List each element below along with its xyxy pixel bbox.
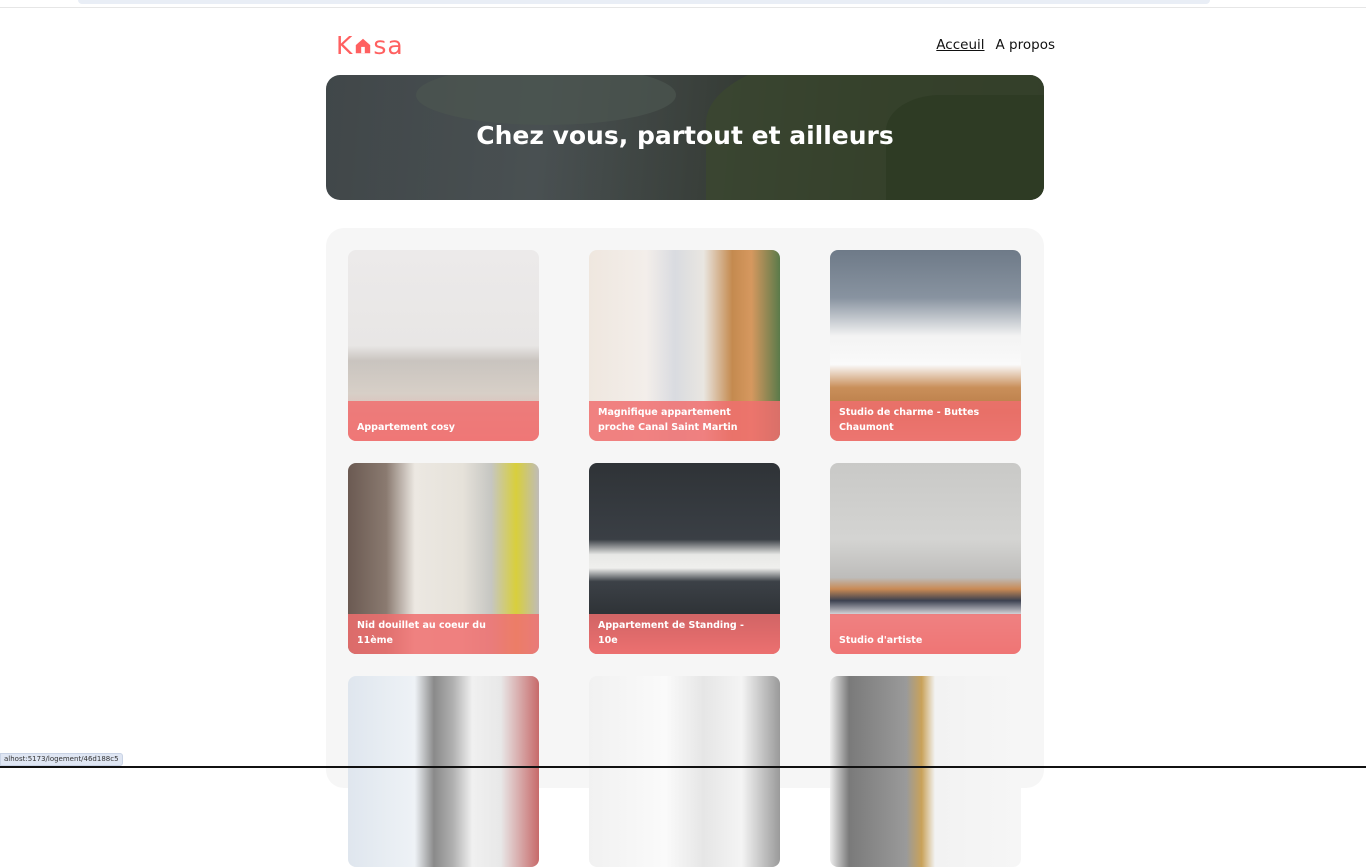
listing-title: Studio d'artiste xyxy=(839,633,1007,648)
listing-card[interactable]: Appartement de Standing - 10e xyxy=(589,463,780,654)
listing-title: Appartement de Standing - 10e xyxy=(598,618,766,648)
listing-photo xyxy=(589,676,780,867)
browser-top-strip xyxy=(0,0,1366,8)
house-icon xyxy=(354,37,372,55)
listing-card[interactable]: Appartement cosy xyxy=(348,250,539,441)
nav-link-accueil[interactable]: Acceuil xyxy=(936,37,984,53)
banner-title: Chez vous, partout et ailleurs xyxy=(326,121,1044,150)
listing-title: Magnifique appartement proche Canal Sain… xyxy=(598,405,766,435)
logo-letter-k: K xyxy=(336,31,353,60)
listing-title: Appartement cosy xyxy=(357,420,525,435)
listing-card[interactable]: Studio d'artiste xyxy=(830,463,1021,654)
address-bar-edge xyxy=(78,0,1210,4)
listing-card[interactable] xyxy=(348,676,539,867)
kasa-logo[interactable]: K sa xyxy=(336,30,404,60)
banner-landscape-shape xyxy=(416,75,676,125)
listing-title: Nid douillet au coeur du 11ème xyxy=(357,618,525,648)
main-nav: Acceuil A propos xyxy=(936,37,1055,53)
listing-title: Studio de charme - Buttes Chaumont xyxy=(839,405,1007,435)
listing-photo xyxy=(830,676,1021,867)
listing-card[interactable]: Nid douillet au coeur du 11ème xyxy=(348,463,539,654)
nav-link-a-propos[interactable]: A propos xyxy=(996,37,1055,53)
listing-card[interactable]: Magnifique appartement proche Canal Sain… xyxy=(589,250,780,441)
listing-card[interactable] xyxy=(830,676,1021,867)
listing-card[interactable] xyxy=(589,676,780,867)
listing-photo xyxy=(348,676,539,867)
listings-gallery: Appartement cosy Magnifique appartement … xyxy=(326,228,1044,788)
listing-card[interactable]: Studio de charme - Buttes Chaumont xyxy=(830,250,1021,441)
status-url: alhost:5173/logement/46d188c5 xyxy=(0,753,123,766)
hero-banner: Chez vous, partout et ailleurs xyxy=(326,75,1044,200)
logo-letters-sa: sa xyxy=(373,31,403,60)
